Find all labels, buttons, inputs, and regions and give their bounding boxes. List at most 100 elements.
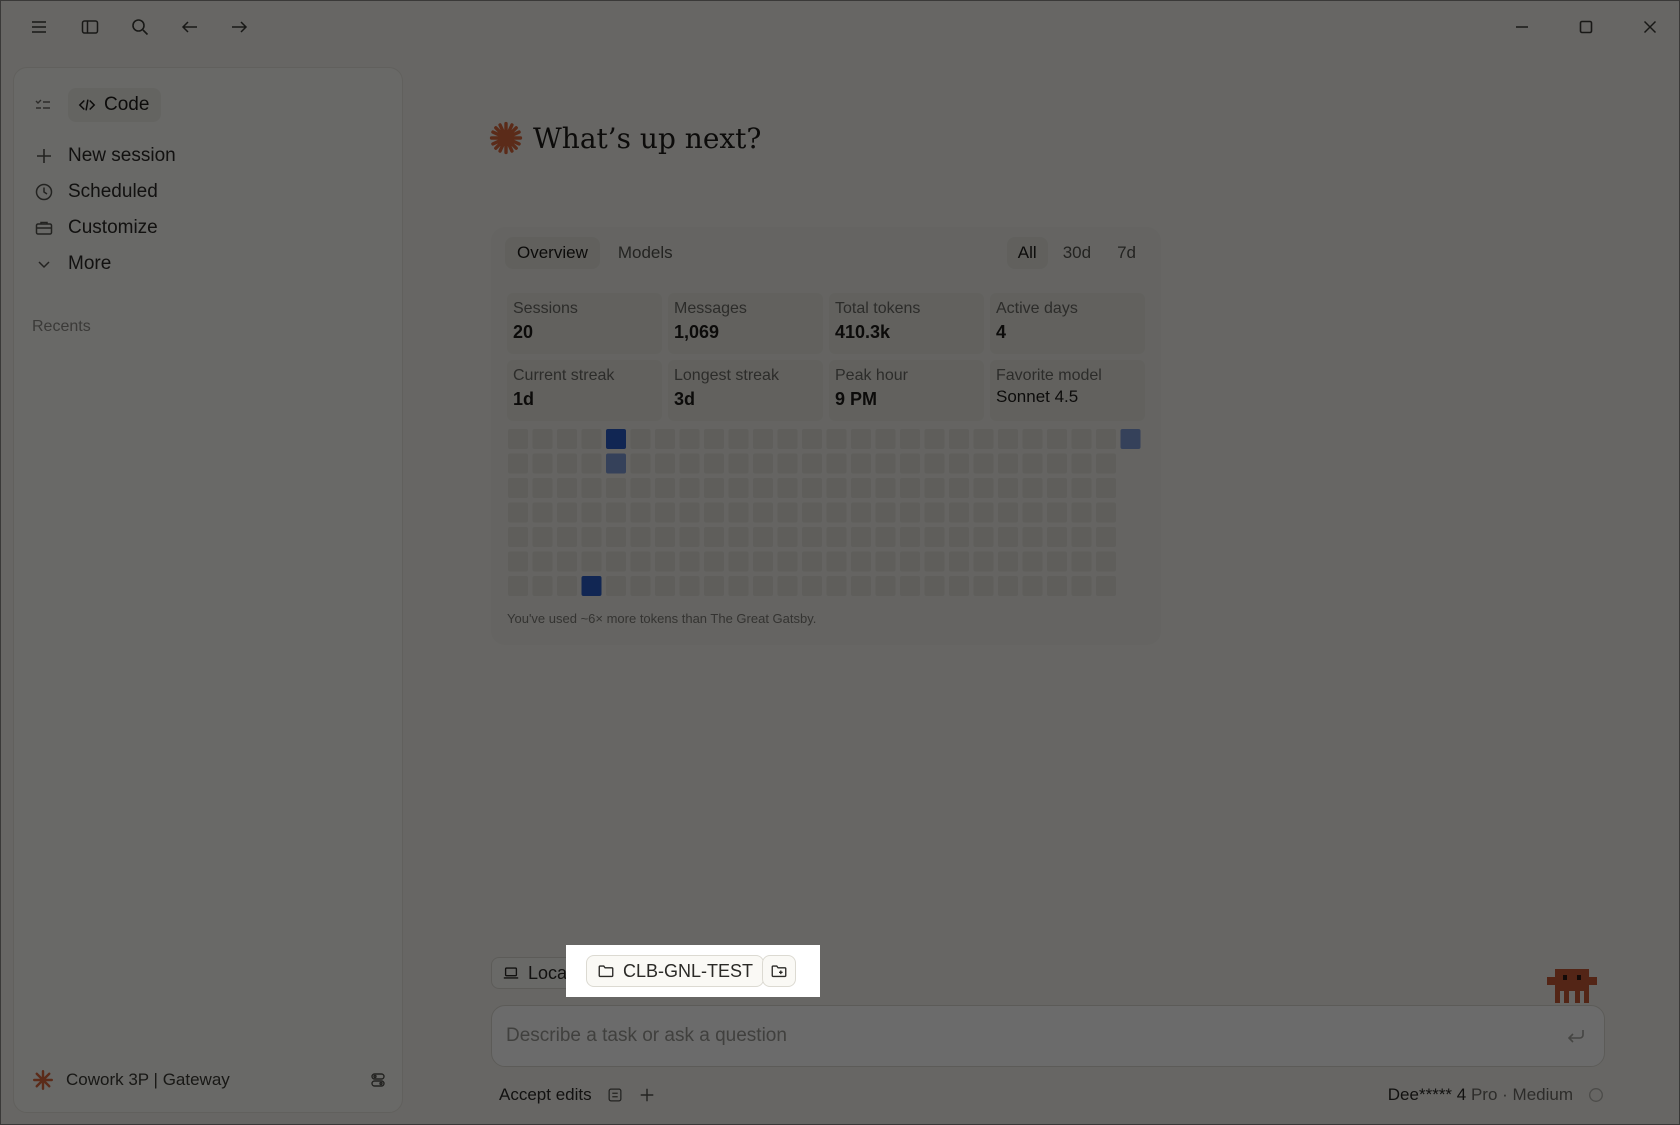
close-icon[interactable] bbox=[1634, 11, 1666, 43]
tab-models[interactable]: Models bbox=[606, 237, 685, 269]
heatmap-cell bbox=[826, 576, 847, 596]
sidebar-toggle-icon[interactable] bbox=[74, 11, 106, 43]
metric-value: 410.3k bbox=[835, 322, 891, 342]
accept-edits-button[interactable]: Accept edits bbox=[499, 1085, 592, 1105]
heatmap-cell bbox=[1071, 527, 1092, 547]
heatmap-cell-active bbox=[606, 453, 626, 474]
briefcase-icon bbox=[35, 221, 53, 235]
heatmap-cell bbox=[557, 453, 577, 474]
heatmap-cell bbox=[777, 453, 798, 474]
heatmap-cell bbox=[826, 502, 847, 523]
heatmap-cell bbox=[973, 527, 994, 547]
heatmap-cell bbox=[630, 478, 651, 498]
sidebar-item-more[interactable]: More bbox=[32, 246, 388, 282]
heatmap-cell bbox=[655, 551, 675, 572]
sidebar-item-label: New session bbox=[68, 145, 176, 166]
heatmap-cell bbox=[1096, 453, 1116, 474]
heatmap-cell-active bbox=[1120, 429, 1141, 449]
metric-value: Sonnet 4.5 bbox=[996, 387, 1079, 406]
heatmap-cell bbox=[777, 502, 798, 523]
heatmap-cell bbox=[704, 527, 724, 547]
code-mode-pill[interactable]: Code bbox=[68, 88, 162, 122]
range-30d[interactable]: 30d bbox=[1052, 237, 1102, 269]
mode-toggle-icon[interactable] bbox=[606, 1086, 624, 1104]
heatmap-cell bbox=[704, 502, 724, 523]
metric-current-streak: Current streak 1d bbox=[507, 360, 662, 421]
range-all[interactable]: All bbox=[1006, 237, 1048, 269]
minimize-icon[interactable] bbox=[1506, 11, 1538, 43]
heatmap-cell bbox=[826, 527, 847, 547]
heatmap-cell bbox=[973, 551, 994, 572]
app-window: Code New session Scheduled Customize Mor… bbox=[0, 0, 1680, 1125]
heatmap-cell bbox=[1022, 478, 1043, 498]
folder-chip[interactable]: CLB-GNL-TEST bbox=[586, 955, 765, 987]
heatmap-cell bbox=[949, 429, 969, 449]
heatmap-cell bbox=[508, 551, 528, 572]
heatmap-cell bbox=[679, 527, 700, 547]
heatmap-cell bbox=[753, 429, 773, 449]
heatmap-cell bbox=[924, 576, 945, 596]
heatmap-cell bbox=[973, 502, 994, 523]
heatmap-cell bbox=[753, 502, 773, 523]
heatmap-cell bbox=[826, 551, 847, 572]
settings-grid-icon[interactable] bbox=[368, 1070, 388, 1090]
heatmap-cell-active bbox=[581, 576, 602, 596]
heatmap-cell bbox=[655, 478, 675, 498]
heatmap-cell bbox=[875, 551, 896, 572]
heatmap-cell bbox=[900, 429, 920, 449]
heatmap-cell bbox=[777, 429, 798, 449]
heatmap-cell bbox=[1047, 502, 1067, 523]
heatmap-cell bbox=[1071, 429, 1092, 449]
heatmap-cell bbox=[851, 576, 871, 596]
heatmap-cell bbox=[557, 502, 577, 523]
sidebar-item-label: More bbox=[68, 253, 112, 274]
heatmap-cell bbox=[1047, 478, 1067, 498]
heatmap-cell bbox=[532, 429, 553, 449]
hamburger-icon[interactable] bbox=[23, 11, 55, 43]
heatmap-cell bbox=[581, 453, 602, 474]
mascot-icon bbox=[1547, 969, 1597, 1003]
enter-icon[interactable] bbox=[1564, 1024, 1588, 1048]
sidebar-item-new-session[interactable]: New session bbox=[32, 138, 388, 174]
arrow-left-icon[interactable] bbox=[174, 11, 206, 43]
heatmap-cell bbox=[704, 429, 724, 449]
search-icon[interactable] bbox=[124, 11, 156, 43]
metric-sessions: Sessions 20 bbox=[507, 293, 662, 354]
maximize-icon[interactable] bbox=[1570, 11, 1602, 43]
heatmap-cell bbox=[606, 551, 626, 572]
plus-icon[interactable] bbox=[638, 1086, 656, 1104]
chevron-down-icon bbox=[38, 261, 50, 269]
heatmap-cell bbox=[1096, 429, 1116, 449]
range-selector: All 30d 7d bbox=[1006, 237, 1147, 269]
heatmap-cell bbox=[900, 551, 920, 572]
page-title: What’s up next? bbox=[489, 121, 761, 155]
heatmap-cell bbox=[1022, 527, 1043, 547]
heatmap-cell bbox=[802, 502, 822, 523]
add-folder-button[interactable] bbox=[762, 955, 796, 987]
heatmap-cell bbox=[777, 478, 798, 498]
tab-overview[interactable]: Overview bbox=[505, 237, 600, 269]
sidebar-footer[interactable]: Cowork 3P | Gateway bbox=[32, 1062, 388, 1098]
recents-label: Recents bbox=[32, 318, 91, 335]
range-7d[interactable]: 7d bbox=[1106, 237, 1147, 269]
heatmap-cell bbox=[581, 478, 602, 498]
heatmap-cell bbox=[679, 551, 700, 572]
heatmap-cell bbox=[557, 429, 577, 449]
composer bbox=[491, 1005, 1605, 1067]
heatmap-cell bbox=[532, 453, 553, 474]
heatmap-cell bbox=[998, 527, 1018, 547]
list-toggle-icon[interactable] bbox=[32, 94, 54, 116]
prompt-input[interactable] bbox=[506, 1020, 1506, 1052]
heatmap-cell bbox=[1096, 502, 1116, 523]
arrow-right-icon[interactable] bbox=[223, 11, 255, 43]
sidebar-item-scheduled[interactable]: Scheduled bbox=[32, 174, 388, 210]
sidebar-item-customize[interactable]: Customize bbox=[32, 210, 388, 246]
heatmap-cell bbox=[1022, 502, 1043, 523]
activity-heatmap bbox=[508, 429, 1141, 596]
workspace-label: Cowork 3P | Gateway bbox=[66, 1070, 230, 1089]
metrics-grid: Sessions 20 Messages 1,069 Total tokens … bbox=[507, 293, 1145, 421]
heatmap-cell bbox=[1022, 453, 1043, 474]
model-selector[interactable]: Dee***** 4 Pro · Medium bbox=[1388, 1085, 1573, 1105]
heatmap-cell bbox=[630, 429, 651, 449]
sidebar-item-label: Scheduled bbox=[68, 181, 158, 202]
